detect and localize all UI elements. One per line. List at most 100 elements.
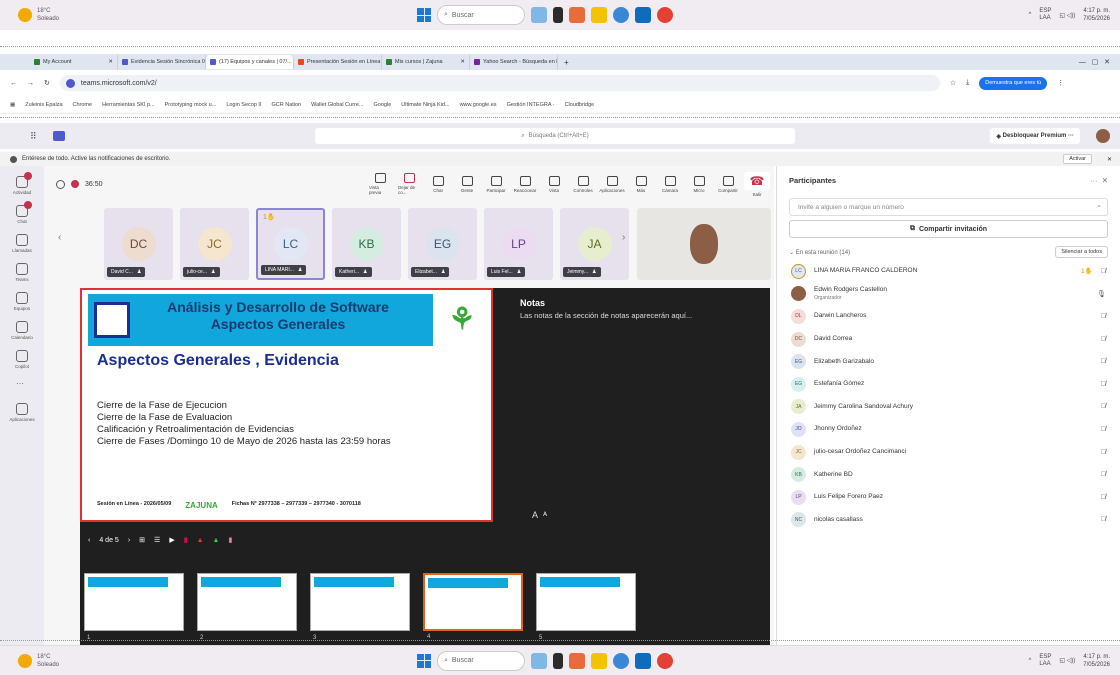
control-button[interactable]: Vista — [543, 175, 565, 193]
star-icon[interactable]: ☆ — [950, 79, 956, 87]
leave-button[interactable]: ☎ Salir — [744, 171, 770, 197]
bookmark-item[interactable]: Wallet Global Curre... — [311, 102, 363, 108]
app-grid-icon[interactable]: ⠿ — [30, 131, 37, 142]
chevron-left-icon[interactable]: ‹ — [58, 232, 61, 243]
participant-row[interactable]: EG Estefanía Gómez 🎙̸ — [777, 373, 1120, 396]
app-icon-edge[interactable] — [613, 652, 629, 669]
bookmark-item[interactable]: Ultimate Ninja Kid... — [401, 102, 449, 108]
prev-slide-icon[interactable]: ‹ — [88, 537, 90, 544]
browser-tab[interactable]: Evidencia Sesión Sincrónica 07/...✕ — [118, 55, 206, 69]
control-button[interactable]: Participar — [485, 175, 507, 193]
clock-date[interactable]: 7/05/2026 — [1083, 661, 1110, 669]
highlighter-icon[interactable]: ▲ — [213, 537, 220, 544]
control-button[interactable]: Gente — [456, 175, 478, 193]
app-icon-store[interactable] — [635, 652, 651, 669]
participant-row[interactable]: LC LINA MARIA FRANCO CALDERON 1✋ 🎙̸ — [777, 260, 1120, 283]
participant-tile[interactable]: EG Elizabet... ♟ — [408, 208, 477, 280]
bookmark-item[interactable]: Prototyping mock u... — [165, 102, 217, 108]
window-controls[interactable]: — ▢ ✕ — [1079, 58, 1110, 66]
participant-row[interactable]: JO Jhonny Ordoñez 🎙̸ — [777, 418, 1120, 441]
clock-time[interactable]: 4:17 p. m. — [1083, 7, 1110, 15]
control-button[interactable]: Chat — [427, 175, 449, 193]
rail-item[interactable]: Teams — [0, 263, 44, 282]
control-button[interactable]: Aplicaciones — [599, 175, 625, 193]
activate-button[interactable]: Activar — [1063, 154, 1092, 164]
participant-row[interactable]: DL Darwin Lancheros 🎙̸ — [777, 305, 1120, 328]
bookmark-item[interactable]: Cloudbridge — [565, 102, 595, 108]
control-button[interactable]: Cámara — [659, 175, 681, 193]
app-icon-photos[interactable] — [569, 652, 585, 669]
bookmark-item[interactable]: www.google.es — [460, 102, 497, 108]
mute-all-button[interactable]: Silenciar a todos — [1055, 246, 1108, 258]
app-icon-explorer[interactable] — [591, 652, 607, 669]
app-icon-chrome[interactable] — [657, 652, 673, 669]
premium-button[interactable]: ◈ Desbloquear Premium ··· — [990, 128, 1080, 144]
participant-row[interactable]: Edwin Rodgers Castellon Organizador 🎙 — [777, 283, 1120, 306]
control-button[interactable]: Micro — [688, 175, 710, 193]
app-icon-edge[interactable] — [613, 7, 629, 23]
section-label[interactable]: ⌄ En esta reunión (14) — [789, 249, 850, 256]
taskbar-search[interactable]: ⌕ Buscar — [437, 650, 525, 671]
participant-row[interactable]: JC julio-cesar Ordoñez Cancimanci 🎙̸ — [777, 441, 1120, 464]
download-icon[interactable]: ⤓ — [966, 79, 969, 87]
browser-tab[interactable]: Mis cursos | Zajuna ✕ — [382, 55, 470, 69]
back-icon[interactable]: ← — [10, 80, 17, 87]
new-tab-icon[interactable]: + — [564, 58, 569, 67]
app-icon-photos[interactable] — [569, 7, 585, 23]
chevron-up-icon[interactable]: ^ — [1029, 12, 1032, 18]
control-button[interactable]: Más — [630, 175, 652, 193]
browser-tab[interactable]: Yahoo Search - Búsqueda en la ...✕ — [470, 55, 558, 69]
browser-tab[interactable]: My Account ✕ — [30, 55, 118, 69]
reload-icon[interactable]: ↻ — [44, 79, 50, 87]
promo-button[interactable]: Demuestra que eres tú — [979, 76, 1048, 90]
rail-item[interactable]: Actividad — [0, 172, 44, 195]
apps-grid-icon[interactable]: ▦ — [10, 102, 15, 108]
pen-icon[interactable]: ▮ — [184, 536, 188, 544]
participant-row[interactable]: JA Jeimmy Carolina Sandoval Achury 🎙̸ — [777, 396, 1120, 419]
app-icon-widgets[interactable] — [531, 7, 547, 23]
participant-row[interactable]: NC nicolas casallass 🎙̸ — [777, 509, 1120, 532]
share-invite-button[interactable]: ⧉ Compartir invitación — [789, 220, 1108, 238]
slide-thumbnail[interactable]: 2 — [197, 573, 297, 641]
participant-row[interactable]: KB Katherine BD 🎙̸ — [777, 463, 1120, 486]
participant-row[interactable]: DC David Correa 🎙̸ — [777, 328, 1120, 351]
app-icon-chrome[interactable] — [657, 7, 673, 23]
control-button[interactable]: Controles — [572, 175, 594, 193]
participant-tile[interactable]: KB Katheri... ♟ — [332, 208, 401, 280]
participant-tile[interactable]: DC David C... ♟ — [104, 208, 173, 280]
grid-view-icon[interactable]: ⊞ — [139, 536, 145, 544]
teams-search-input[interactable]: ⌕ Búsqueda (Ctrl+Alt+E) — [315, 128, 795, 144]
wifi-icon[interactable]: ◱ ◁)) — [1059, 657, 1075, 664]
rail-item[interactable]: Copilot — [0, 350, 44, 369]
font-size-icon[interactable]: A ᴬ — [532, 510, 547, 520]
participant-tile[interactable]: LP Luis Fel... ♟ — [484, 208, 553, 280]
marker-icon[interactable]: ▲ — [197, 537, 204, 544]
browser-tab[interactable]: Presentación Sesión en Línea | ...✕ — [294, 55, 382, 69]
rail-item[interactable]: Aplicaciones — [0, 403, 44, 422]
rail-item[interactable]: ··· — [0, 379, 44, 393]
invite-input[interactable]: Invite a alguien o marque un número ⌕ — [789, 198, 1108, 216]
bookmark-item[interactable]: Google — [374, 102, 392, 108]
rail-item[interactable]: Equipos — [0, 292, 44, 311]
url-field[interactable]: teams.microsoft.com/v2/ — [59, 75, 940, 91]
participant-row[interactable]: EG Elizabeth Garizabalo 🎙̸ — [777, 350, 1120, 373]
panel-close-icon[interactable]: ··· ✕ — [1090, 176, 1108, 185]
bookmark-item[interactable]: Login Secop II — [226, 102, 261, 108]
participant-tile[interactable]: JC julio-ce... ♟ — [180, 208, 249, 280]
captions-icon[interactable]: ☰ — [154, 536, 160, 544]
clock-time[interactable]: 4:17 p. m. — [1083, 653, 1110, 661]
close-tab-icon[interactable]: ✕ — [460, 59, 465, 65]
participant-tile[interactable]: LC LINA MARI... ♟ 1✋ — [256, 208, 325, 280]
rail-item[interactable]: Chat — [0, 201, 44, 224]
participant-row[interactable]: LP Luis Felipe Forero Paez 🎙̸ — [777, 486, 1120, 509]
next-slide-icon[interactable]: › — [128, 537, 130, 544]
slide-thumbnail[interactable]: 4 — [423, 573, 523, 640]
chevron-up-icon[interactable]: ^ — [1029, 658, 1032, 664]
user-avatar[interactable] — [1096, 129, 1110, 143]
bookmark-item[interactable]: Chrome — [73, 102, 93, 108]
slide-thumbnail[interactable]: 1 — [84, 573, 184, 641]
bookmark-item[interactable]: Gestión INTEGRA · — [507, 102, 555, 108]
bookmark-item[interactable]: GCR Nation — [271, 102, 301, 108]
slide-thumbnail[interactable]: 3 — [310, 573, 410, 641]
wifi-icon[interactable]: ◱ ◁)) — [1059, 12, 1075, 19]
